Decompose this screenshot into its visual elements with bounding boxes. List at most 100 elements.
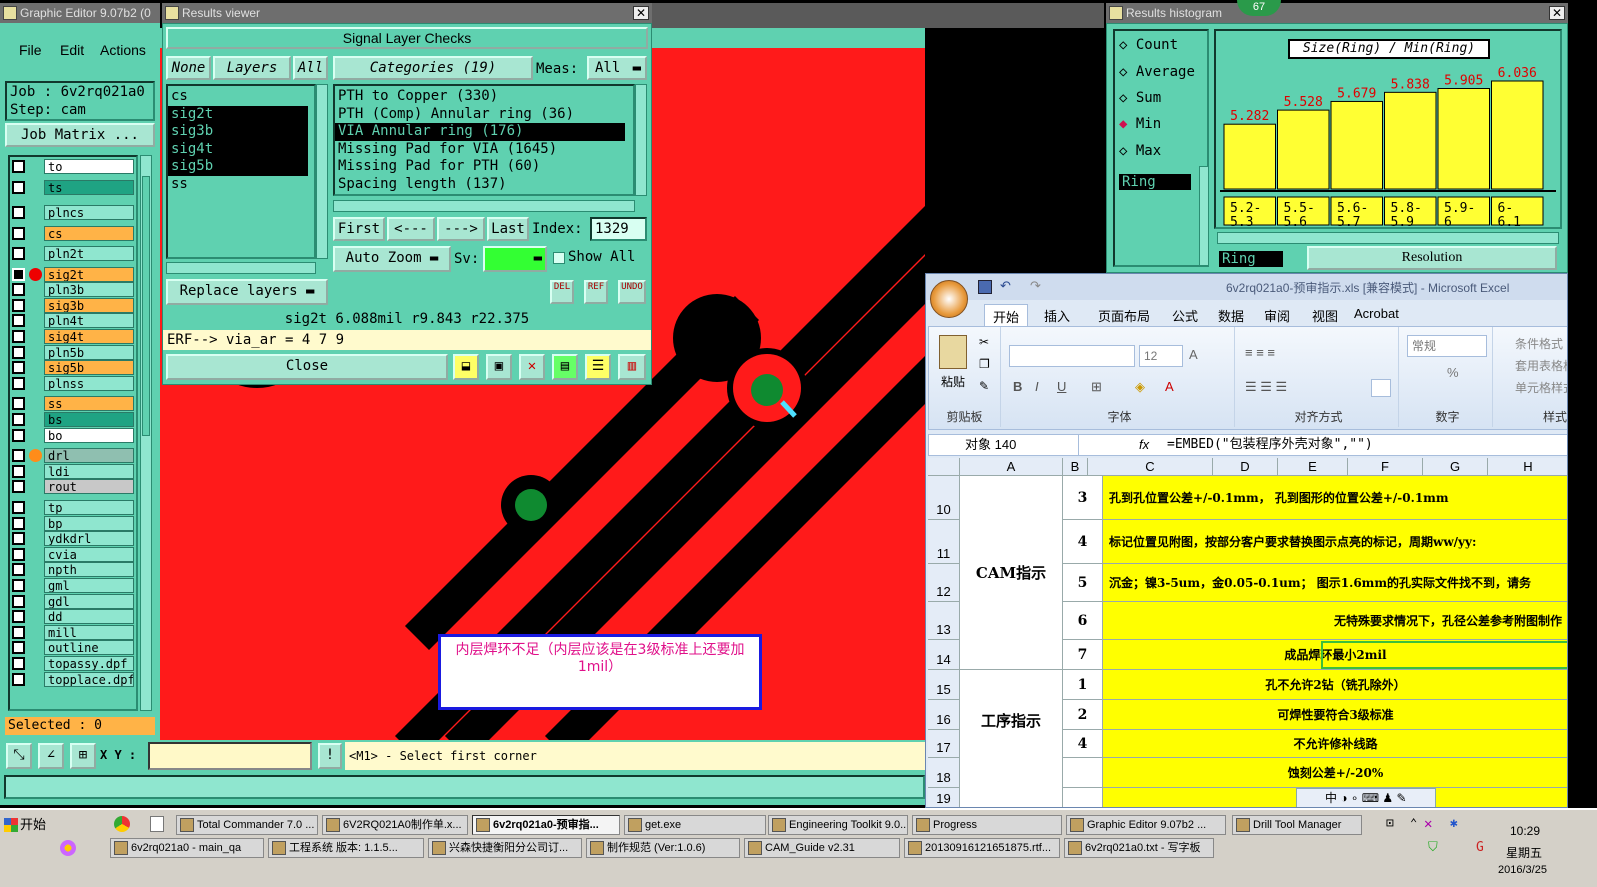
layer-checkbox[interactable]	[12, 449, 25, 463]
layer-checkbox[interactable]	[12, 247, 25, 260]
underline-icon[interactable]: U	[1057, 379, 1066, 394]
ribbon-tab[interactable]: 数据	[1210, 304, 1252, 326]
layer-row-gdl[interactable]: gdl	[10, 593, 160, 609]
layer-row-sig5b[interactable]: sig5b	[10, 360, 160, 376]
layer-checkbox[interactable]	[12, 428, 25, 442]
row-header[interactable]: 14	[928, 640, 960, 670]
layer-checkbox[interactable]	[12, 594, 25, 608]
table-format[interactable]: 套用表格格式	[1515, 357, 1567, 374]
layer-checkbox[interactable]	[12, 480, 25, 494]
cell-b[interactable]: 7	[1063, 640, 1103, 670]
layer-row-ts[interactable]: ts	[10, 179, 160, 195]
layer-checkbox[interactable]	[12, 345, 25, 359]
layer-checkbox[interactable]	[12, 625, 25, 639]
none-button[interactable]: None	[166, 56, 211, 80]
taskbar-item[interactable]: Drill Tool Manager	[1232, 815, 1362, 835]
cut-icon[interactable]: ✂	[979, 335, 989, 349]
rh-hscroll[interactable]	[1217, 232, 1559, 244]
layer-row-drl[interactable]: drl	[10, 448, 160, 464]
font-name-field[interactable]	[1009, 345, 1135, 367]
ribbon-tab[interactable]: 插入	[1036, 304, 1078, 326]
results-histogram-titlebar[interactable]: Results histogram ✕	[1106, 3, 1568, 23]
rv-category-item[interactable]: Missing Pad for VIA (1645)	[335, 141, 625, 159]
layer-checkbox[interactable]	[12, 656, 25, 670]
layer-row-cvia[interactable]: cvia	[10, 546, 160, 562]
layer-row-plncs[interactable]: plncs	[10, 205, 160, 220]
layer-row-bo[interactable]: bo	[10, 427, 160, 443]
percent-icon[interactable]: %	[1447, 365, 1459, 380]
rh-left-scroll[interactable]	[1199, 166, 1209, 266]
rv-layer-hscroll[interactable]	[166, 262, 316, 274]
layer-checkbox[interactable]	[12, 672, 25, 686]
column-header[interactable]: A	[960, 458, 1063, 476]
rv-cat-scrollbar[interactable]	[635, 84, 647, 196]
cell-content[interactable]: 蚀刻公差+/-20%	[1103, 758, 1567, 788]
office-button[interactable]	[930, 280, 968, 318]
undo-icon[interactable]: ↶	[1000, 278, 1011, 294]
tray-network-icon[interactable]: ⊡	[1386, 816, 1394, 831]
tray-bluetooth-icon[interactable]: ✱	[1450, 816, 1458, 831]
taskbar-item[interactable]: Progress	[912, 815, 1062, 835]
fill-color-icon[interactable]: ◈	[1135, 379, 1145, 395]
layer-checkbox[interactable]	[12, 547, 25, 561]
categories-button[interactable]: Categories (19)	[333, 56, 533, 80]
layer-checkbox[interactable]	[12, 283, 25, 297]
layer-row-plnss[interactable]: plnss	[10, 375, 160, 391]
taskbar-item[interactable]: 兴森快捷衡阳分公司订...	[428, 838, 582, 858]
ime-bar[interactable]: 中 ◑ ∘ ⌨ ♟ ✎	[1296, 788, 1436, 807]
taskbar-item[interactable]: 6V2RQ021A0制作单.x...	[322, 815, 468, 835]
cell-content[interactable]: 孔不允许2钻（铣孔除外）	[1103, 670, 1567, 700]
cell-b[interactable]	[1063, 788, 1103, 807]
taskbar-item[interactable]: 6v2rq021a0 - main_qa	[110, 838, 264, 858]
layer-row-npth[interactable]: npth	[10, 562, 160, 578]
layer-row-sig2t[interactable]: sig2t	[10, 266, 160, 282]
layer-checkbox[interactable]	[12, 329, 25, 343]
rv-category-item[interactable]: PTH to Copper (330)	[335, 88, 625, 106]
layer-checkbox[interactable]	[12, 641, 25, 655]
index-input[interactable]: 1329	[590, 217, 647, 241]
flower-icon[interactable]	[60, 840, 76, 856]
graphic-editor-titlebar[interactable]: Graphic Editor 9.07b2 (0	[0, 3, 160, 23]
layer-row-rout[interactable]: rout	[10, 479, 160, 495]
row-header[interactable]: 12	[928, 564, 960, 602]
job-matrix-button[interactable]: Job Matrix ...	[5, 123, 155, 147]
taskbar-item[interactable]: 工程系统 版本: 1.1.5...	[268, 838, 424, 858]
radio-count[interactable]: ◇ Count	[1119, 37, 1178, 53]
chrome-icon[interactable]	[114, 816, 130, 832]
wrap-icon[interactable]	[1371, 379, 1391, 397]
histogram-bar[interactable]	[1491, 80, 1544, 190]
cell-b[interactable]: 4	[1063, 520, 1103, 564]
layer-checkbox[interactable]	[12, 376, 25, 390]
layer-row-ldi[interactable]: ldi	[10, 463, 160, 479]
redo-icon[interactable]: ↷	[1030, 278, 1041, 294]
rv-layer-item[interactable]: sig3b	[168, 123, 308, 141]
layers-button[interactable]: Layers	[213, 56, 291, 80]
tray-g-icon[interactable]: G	[1476, 840, 1484, 855]
layer-checkbox[interactable]	[12, 610, 25, 624]
layer-checkbox[interactable]	[12, 412, 25, 426]
cell-content[interactable]: 沉金；镍3-5um，金0.05-0.1um； 图示1.6mm的孔实际文件找不到，…	[1103, 564, 1567, 602]
rv-layer-item[interactable]: sig2t	[168, 105, 308, 123]
excel-titlebar[interactable]: ↶ ↷ 6v2rq021a0-预审指示.xls [兼容模式] - Microso…	[926, 274, 1567, 318]
layer-checkbox[interactable]	[12, 180, 25, 194]
list-tool-icon[interactable]: ☰	[585, 354, 611, 380]
row-header[interactable]: 11	[928, 520, 960, 564]
rv-layer-item[interactable]: sig4t	[168, 140, 308, 158]
layer-row-sig4t[interactable]: sig4t	[10, 328, 160, 344]
measure-tool-icon[interactable]: ∠	[38, 743, 64, 769]
paste-icon[interactable]	[939, 335, 967, 369]
prev-button[interactable]: <---	[387, 217, 435, 241]
scroll-thumb[interactable]	[142, 176, 150, 436]
cell-b[interactable]: 4	[1063, 730, 1103, 758]
zoom-tool-icon[interactable]: ⤡	[6, 743, 32, 769]
layer-row-dd[interactable]: dd	[10, 609, 160, 625]
layer-row-mill[interactable]: mill	[10, 624, 160, 640]
ring-dropdown[interactable]: Ring	[1219, 251, 1283, 267]
column-header[interactable]: D	[1213, 458, 1278, 476]
ribbon-tab[interactable]: 公式	[1164, 304, 1206, 326]
layer-checkbox[interactable]	[12, 314, 25, 328]
menu-actions[interactable]: Actions	[100, 42, 146, 58]
cell-b[interactable]: 3	[1063, 476, 1103, 520]
rv-layer-item[interactable]: ss	[168, 176, 308, 194]
doc-icon[interactable]	[150, 816, 164, 832]
